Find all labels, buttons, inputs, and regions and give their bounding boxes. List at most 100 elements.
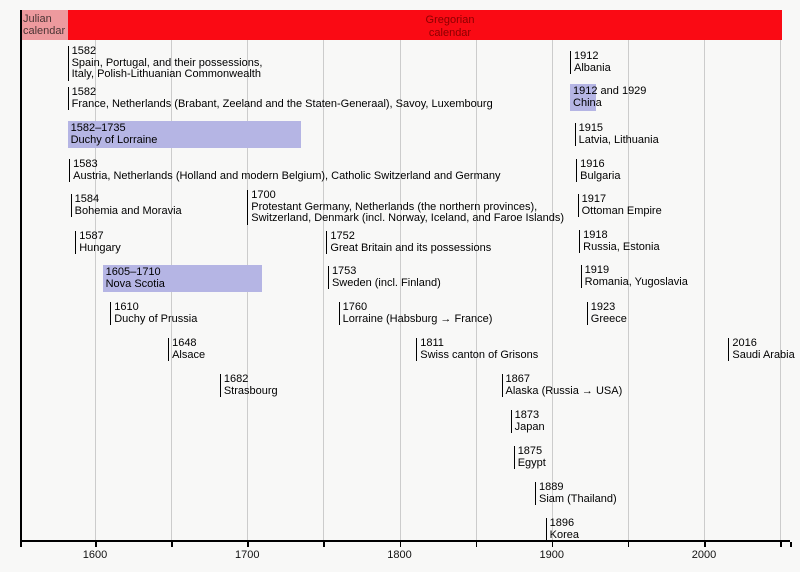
timeline-entry: 1753 Sweden (incl. Finland) [328,266,441,289]
entry-region-label: Russia, Estonia [583,242,659,254]
entry-region-label: Siam (Thailand) [539,494,617,506]
entry-region-label: Lorraine (Habsburg → France) [343,314,493,326]
axis-tick-label: 1800 [380,549,420,561]
entry-year-label: 1875 [518,446,546,458]
entry-region-label: Strasbourg [224,386,278,398]
axis-tick [552,542,554,547]
entry-year-label: 2016 [732,338,794,350]
plot-left-border [20,10,22,540]
entry-region-label: China [573,98,596,110]
entry-year-label: 1682 [224,374,278,386]
timeline-entry: 1915 Latvia, Lithuania [575,123,659,146]
entry-year-label: 1583 [73,159,500,171]
entry-year-label: 1867 [506,374,623,386]
timeline-entry: 1923 Greece [587,302,627,325]
axis-tick [628,542,630,547]
axis-tick [476,542,478,547]
entry-region-label: Ottoman Empire [582,206,662,218]
entry-region-label: Saudi Arabia [732,350,794,362]
entry-region-label: Hungary [79,243,121,255]
entry-year-label: 1896 [550,518,579,530]
axis-tick [400,542,402,547]
entry-year-label: 1915 [579,123,659,135]
axis-tick-label: 2000 [684,549,724,561]
axis-tick [704,542,706,547]
entry-year-label: 1648 [172,338,205,350]
gridline [400,40,401,540]
entry-region-label: Austria, Netherlands (Holland and modern… [73,171,500,183]
entry-region-label: Greece [591,314,627,326]
entry-year-label: 1811 [420,338,538,350]
entry-year-label: 1912 [574,51,611,63]
entry-region-label: Alsace [172,350,205,362]
entry-region-label: Duchy of Lorraine [71,135,301,147]
gridline [628,40,629,540]
timeline-entry: 1912 Albania [570,51,611,74]
timeline-entry: 1918 Russia, Estonia [579,230,659,253]
entry-year-label: 1582 [72,46,263,58]
entry-region-label: Switzerland, Denmark (incl. Norway, Icel… [251,213,564,225]
entry-year-label: 1889 [539,482,617,494]
timeline-entry: 1648 Alsace [168,338,205,361]
entry-year-label: 1700 [251,190,564,202]
entry-year-label: 1582 [72,87,493,99]
timeline-entry: 1896 Korea [546,518,579,541]
timeline-entry: 1760 Lorraine (Habsburg → France) [339,302,493,325]
axis-tick [171,542,173,547]
timeline-entry: 1875 Egypt [514,446,546,469]
entry-region-label: Bulgaria [580,171,620,183]
timeline-entry: 1873 Japan [511,410,545,433]
axis-tick [323,542,325,547]
julian-calendar-bar: Julian calendar [20,10,68,40]
entry-region-label: Romania, Yugoslavia [585,277,688,289]
entry-region-label: Great Britain and its possessions [330,243,491,255]
entry-region-label: Egypt [518,458,546,470]
gridline [323,40,324,540]
timeline-entry: 1584 Bohemia and Moravia [71,194,182,217]
axis-tick [247,542,249,547]
entry-year-label: 1873 [515,410,545,422]
julian-calendar-label: Julian calendar [20,10,68,37]
axis-tick [780,542,782,547]
timeline-entry: 1582 Spain, Portugal, and their possessi… [68,46,263,81]
gridline [95,40,96,540]
axis-tick-label: 1700 [227,549,267,561]
entry-region-label: Alaska (Russia → USA) [506,386,623,398]
entry-year-label: 1917 [582,194,662,206]
gridline [476,40,477,540]
timeline-entry: 1587 Hungary [75,231,121,254]
timeline-entry: 1582–1735 Duchy of Lorraine [68,121,301,148]
entry-year-label: 1584 [75,194,182,206]
entry-year-label: 1912 and 1929 [573,86,596,98]
timeline-entry: 1682 Strasbourg [220,374,278,397]
entry-year-label: 1916 [580,159,620,171]
timeline-entry: 1583 Austria, Netherlands (Holland and m… [69,159,500,182]
entry-year-label: 1753 [332,266,441,278]
axis-tick [95,542,97,547]
entry-year-label: 1605–1710 [106,267,263,279]
axis-tick [20,542,22,547]
entry-region-label: France, Netherlands (Brabant, Zeeland an… [72,99,493,111]
timeline-entry: 2016 Saudi Arabia [728,338,794,361]
entry-year-label: 1760 [343,302,493,314]
timeline-entry: 1605–1710 Nova Scotia [103,265,263,292]
timeline-entry: 1919 Romania, Yugoslavia [581,265,688,288]
entry-region-label: Bohemia and Moravia [75,206,182,218]
entry-region-label: Swiss canton of Grisons [420,350,538,362]
entry-region-label: Nova Scotia [106,279,263,291]
axis-tick-label: 1900 [532,549,572,561]
timeline-entry: 1912 and 1929 China [570,84,596,111]
gridline [780,40,781,540]
entry-year-label: 1918 [583,230,659,242]
entry-region-label: Latvia, Lithuania [579,135,659,147]
timeline-entry: 1752 Great Britain and its possessions [326,231,491,254]
gregorian-calendar-label: Gregorian calendar [418,14,482,39]
entry-year-label: 1923 [591,302,627,314]
timeline-entry: 1916 Bulgaria [576,159,620,182]
timeline-entry: 1582 France, Netherlands (Brabant, Zeela… [68,87,493,110]
entry-year-label: 1752 [330,231,491,243]
entry-region-label: Italy, Polish-Lithuanian Commonwealth [72,69,263,81]
x-axis-line [20,540,790,542]
gridline [704,40,705,540]
entry-region-label: Sweden (incl. Finland) [332,278,441,290]
